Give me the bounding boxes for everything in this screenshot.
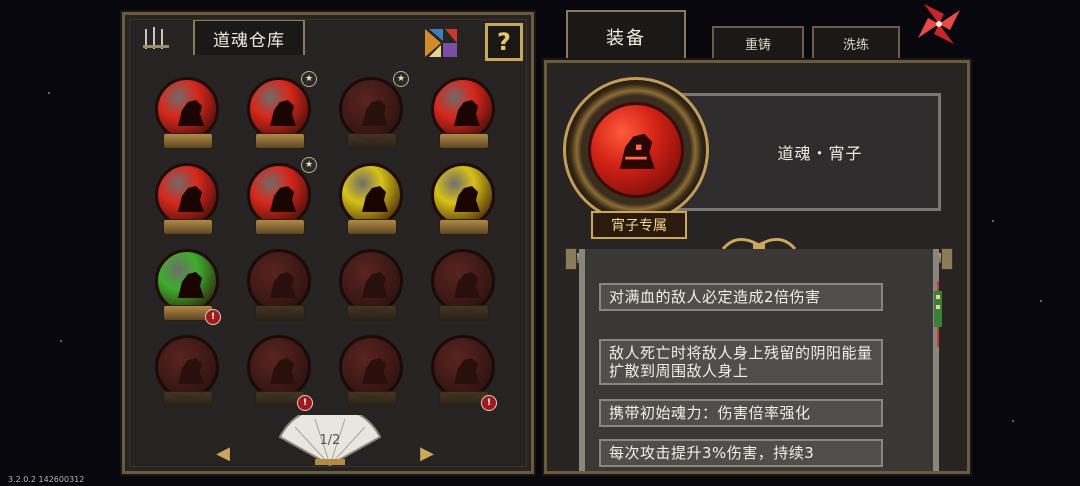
soul-orb [247, 163, 311, 227]
tassel-icon [934, 281, 942, 347]
star-badge-icon: ★ [301, 71, 317, 87]
prev-page-button[interactable]: ◀ [213, 443, 233, 464]
soul-slot[interactable] [149, 75, 225, 155]
soul-slot[interactable]: ★ [241, 157, 317, 241]
soul-orb [339, 335, 403, 399]
soul-emblem-icon [178, 358, 204, 384]
weapon-rack-icon [143, 27, 169, 49]
orb-pedestal [347, 305, 397, 321]
orb-pedestal [439, 305, 489, 321]
soul-orb [431, 163, 495, 227]
soul-emblem-icon [619, 133, 655, 169]
tab-recast[interactable]: 重铸 [712, 26, 804, 60]
soul-orb [247, 77, 311, 141]
soul-emblem-icon [454, 100, 480, 126]
soul-orb [339, 77, 403, 141]
soul-slot[interactable]: ! [241, 333, 317, 413]
soul-orb [247, 249, 311, 313]
soul-emblem-icon [178, 100, 204, 126]
tab-equip[interactable]: 装备 [566, 10, 686, 62]
soul-orb [339, 249, 403, 313]
tangram-button[interactable] [421, 25, 461, 61]
soul-orb [247, 335, 311, 399]
soul-emblem-icon [362, 186, 388, 212]
soul-orb [155, 335, 219, 399]
soul-orb [155, 77, 219, 141]
soul-emblem-icon [454, 358, 480, 384]
description-line-3: 携带初始魂力：伤害倍率强化 [599, 399, 883, 427]
alert-badge-icon: ! [205, 309, 221, 325]
soul-slot[interactable] [241, 247, 317, 327]
tab-refine[interactable]: 洗练 [812, 26, 900, 60]
star-badge-icon: ★ [301, 157, 317, 173]
soul-emblem-icon [270, 272, 296, 298]
soul-slot[interactable] [425, 75, 501, 155]
help-button[interactable]: ? [485, 23, 523, 61]
orb-pedestal [347, 391, 397, 407]
description-line-4: 每次攻击提升3%伤害，持续3 [599, 439, 883, 467]
soul-slot[interactable]: ! [425, 333, 501, 413]
orb-pedestal [163, 391, 213, 407]
soul-emblem-icon [178, 186, 204, 212]
orb-pedestal [163, 219, 213, 235]
exclusive-tag: 宵子专属 [591, 211, 687, 239]
name-plate: 道魂・宵子 [669, 93, 941, 211]
soul-orb [431, 77, 495, 141]
alert-badge-icon: ! [297, 395, 313, 411]
soul-slot[interactable] [333, 247, 409, 327]
page-fan: 1/2 [275, 415, 385, 467]
soul-orb [155, 249, 219, 313]
soul-emblem-icon [270, 100, 296, 126]
orb-pedestal [255, 219, 305, 235]
soul-warehouse-panel: 道魂仓库 ? ★ ★ ★!!! ◀ 1/2 ▶ [120, 10, 536, 476]
orb-pedestal [439, 219, 489, 235]
tangram-icon [425, 29, 457, 57]
soul-emblem-icon [454, 272, 480, 298]
description-line-1: 对满血的敌人必定造成2倍伤害 [599, 283, 883, 311]
orb-pedestal [255, 305, 305, 321]
soul-emblem-icon [454, 186, 480, 212]
soul-slot[interactable] [333, 333, 409, 413]
soul-detail-panel: 道魂・宵子 宵子专属 对满血的敌人必定造成2倍伤害 敌人死亡时将敌人身上残留的阴… [542, 58, 972, 476]
pinwheel-icon[interactable] [914, 0, 964, 48]
soul-slot[interactable] [149, 333, 225, 413]
soul-orb [431, 335, 495, 399]
soul-slot[interactable] [425, 247, 501, 327]
star-badge-icon: ★ [393, 71, 409, 87]
equipped-soul-ring [563, 77, 709, 223]
soul-emblem-icon [270, 358, 296, 384]
orb-pedestal [347, 219, 397, 235]
soul-emblem-icon [362, 100, 388, 126]
soul-emblem-icon [362, 272, 388, 298]
soul-slot[interactable] [149, 161, 225, 241]
equipped-soul-orb[interactable] [588, 102, 684, 198]
soul-slot[interactable] [425, 161, 501, 241]
soul-orb [431, 249, 495, 313]
soul-orb [155, 163, 219, 227]
soul-slot[interactable]: ★ [333, 71, 409, 155]
soul-slot[interactable] [333, 161, 409, 241]
alert-badge-icon: ! [481, 395, 497, 411]
version-label: 3.2.0.2 142600312 [8, 475, 85, 484]
orb-pedestal [255, 133, 305, 149]
soul-slot[interactable]: ★ [241, 71, 317, 155]
next-page-button[interactable]: ▶ [417, 443, 437, 464]
soul-emblem-icon [362, 358, 388, 384]
soul-emblem-icon [270, 186, 296, 212]
description-line-2: 敌人死亡时将敌人身上残留的阴阳能量扩散到周围敌人身上 [599, 339, 883, 385]
page-indicator: 1/2 [319, 433, 341, 448]
soul-emblem-icon [178, 272, 204, 298]
warehouse-title: 道魂仓库 [193, 19, 305, 55]
orb-pedestal [163, 133, 213, 149]
orb-pedestal [439, 133, 489, 149]
soul-slot[interactable]: ! [149, 247, 225, 327]
soul-name: 道魂・宵子 [777, 144, 863, 163]
soul-orb [339, 163, 403, 227]
orb-pedestal [347, 133, 397, 149]
